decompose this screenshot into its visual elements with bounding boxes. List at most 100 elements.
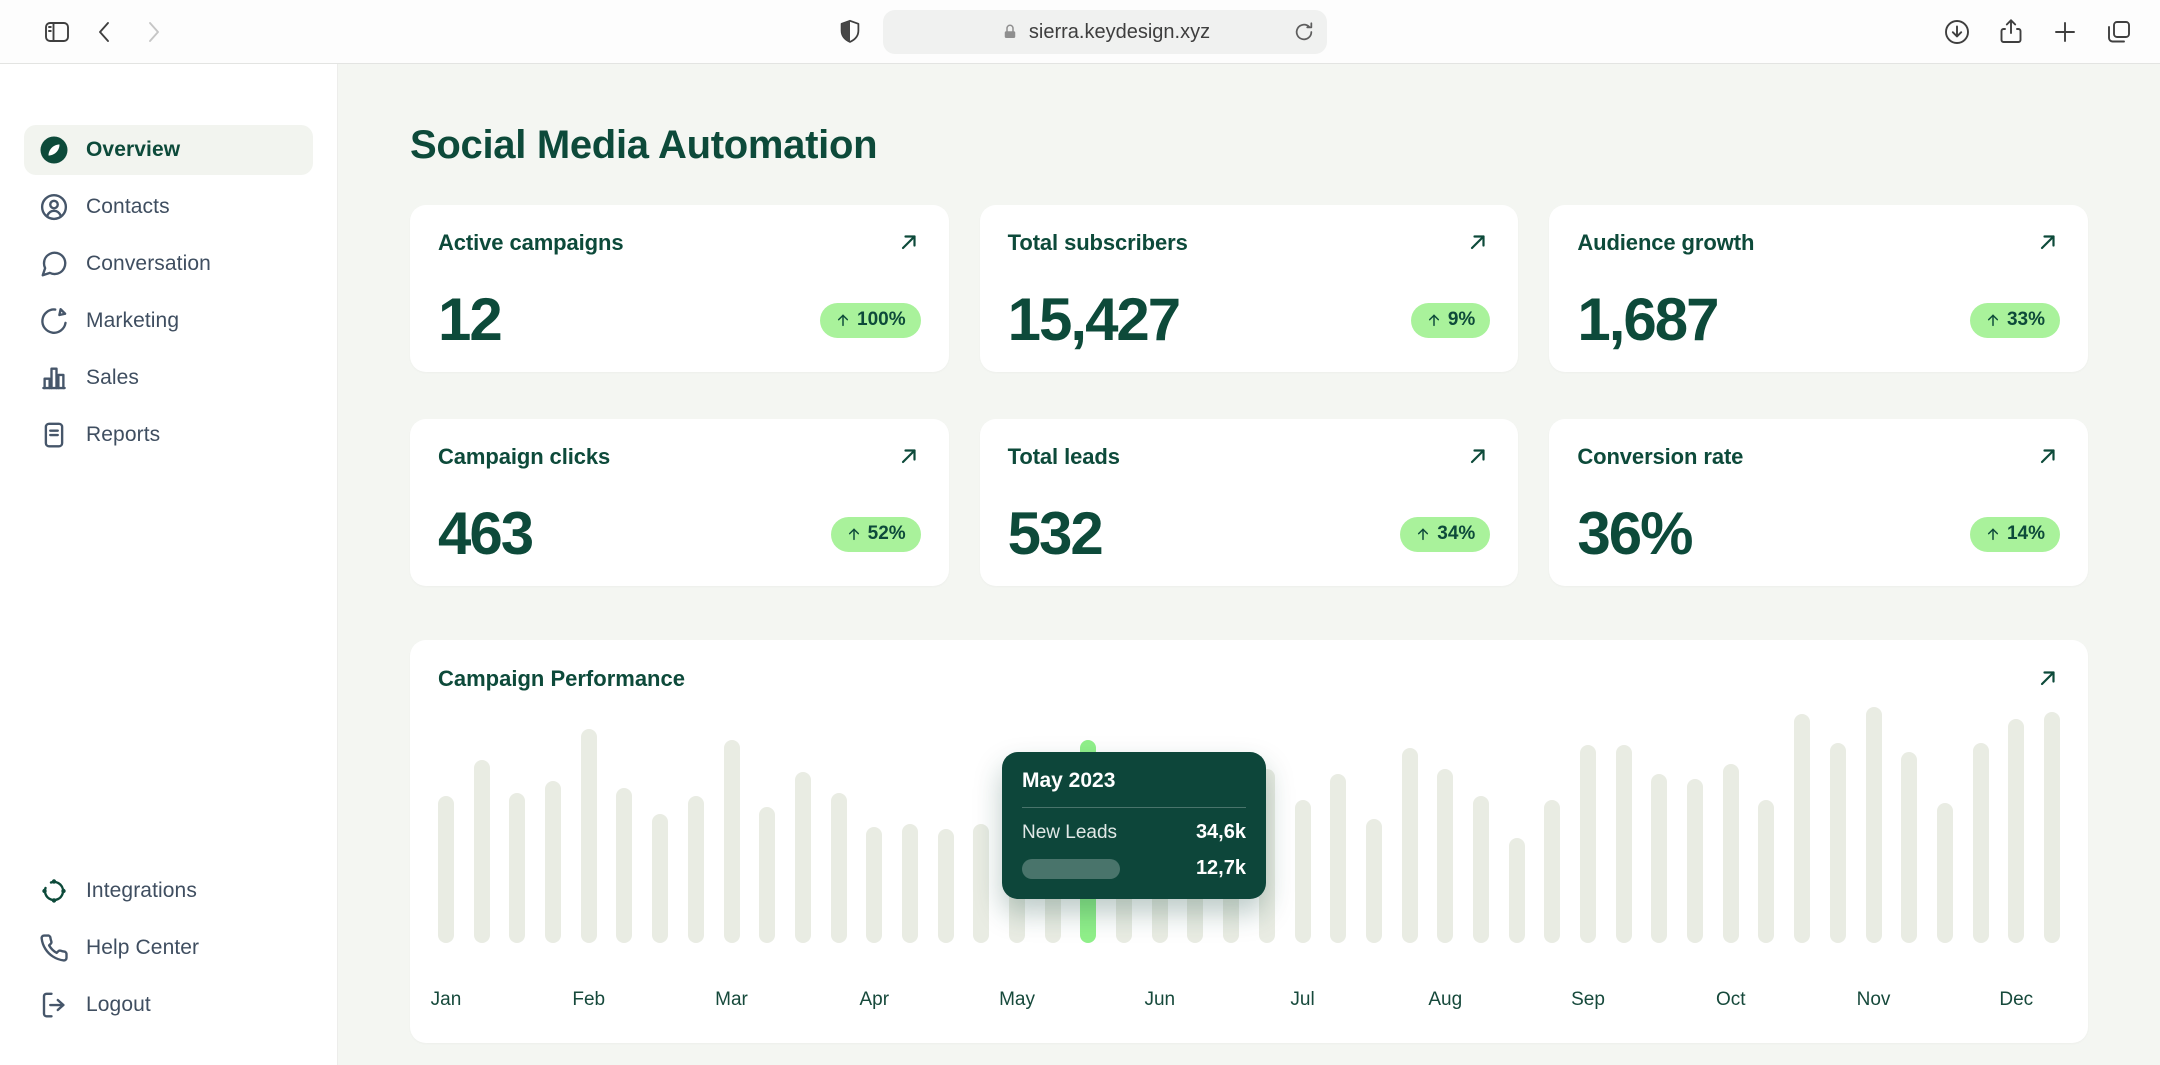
back-icon[interactable]: [88, 15, 122, 49]
bar[interactable]: [2044, 712, 2060, 943]
bar[interactable]: [2008, 719, 2024, 943]
bar[interactable]: [831, 793, 847, 943]
x-axis-label: Feb: [572, 989, 605, 1011]
x-axis-label: Dec: [1999, 989, 2033, 1011]
reload-icon[interactable]: [1291, 19, 1317, 45]
trend-badge: 14%: [1970, 517, 2060, 552]
trend-badge: 34%: [1400, 517, 1490, 552]
bar[interactable]: [616, 788, 632, 943]
sidebar-item-logout[interactable]: Logout: [24, 980, 313, 1030]
bar[interactable]: [1937, 803, 1953, 943]
bar[interactable]: [1758, 800, 1774, 943]
x-axis-label: Mar: [715, 989, 748, 1011]
tooltip-primary-value: 34,6k: [1196, 821, 1246, 844]
up-arrow-icon: [1985, 312, 2001, 328]
bar[interactable]: [724, 740, 740, 943]
bar[interactable]: [652, 814, 668, 943]
target-pen-icon: [39, 306, 69, 336]
sidebar-item-conversation[interactable]: Conversation: [24, 239, 313, 289]
bar[interactable]: [1366, 819, 1382, 943]
bar[interactable]: [1509, 838, 1525, 943]
sidebar-item-label: Marketing: [86, 309, 179, 333]
bar[interactable]: [581, 729, 597, 943]
bar[interactable]: [866, 827, 882, 943]
external-arrow-icon[interactable]: [2036, 666, 2060, 690]
bar[interactable]: [474, 760, 490, 943]
lock-icon: [1000, 22, 1020, 42]
bar[interactable]: [509, 793, 525, 943]
x-axis-label: Nov: [1857, 989, 1891, 1011]
sidebar-footer: Integrations Help Center Logout: [24, 866, 313, 1037]
bar[interactable]: [688, 796, 704, 944]
bar[interactable]: [1437, 769, 1453, 943]
x-axis-label: Oct: [1716, 989, 1746, 1011]
share-icon[interactable]: [1994, 15, 2028, 49]
sidebar: Overview Contacts Conversation Marketing: [0, 64, 338, 1065]
sidebar-item-label: Integrations: [86, 879, 197, 903]
badge-delta: 33%: [2007, 309, 2045, 331]
sidebar-item-contacts[interactable]: Contacts: [24, 182, 313, 232]
logout-icon: [39, 990, 69, 1020]
sidebar-item-marketing[interactable]: Marketing: [24, 296, 313, 346]
bar[interactable]: [1723, 764, 1739, 943]
external-arrow-icon[interactable]: [897, 444, 921, 468]
bar[interactable]: [1830, 743, 1846, 943]
card-title: Conversion rate: [1577, 444, 1743, 470]
x-axis-label: Jun: [1144, 989, 1175, 1011]
sidebar-item-help-center[interactable]: Help Center: [24, 923, 313, 973]
up-arrow-icon: [846, 526, 862, 542]
stat-card-conversion-rate: Conversion rate 36% 14%: [1549, 419, 2088, 586]
sidebar-item-label: Help Center: [86, 936, 199, 960]
bar[interactable]: [1794, 714, 1810, 943]
bar[interactable]: [795, 772, 811, 944]
bar[interactable]: [759, 807, 775, 943]
sidebar-item-overview[interactable]: Overview: [24, 125, 313, 175]
bar[interactable]: [1295, 800, 1311, 943]
url-text: sierra.keydesign.xyz: [1029, 21, 1210, 44]
bar[interactable]: [438, 796, 454, 944]
bar[interactable]: [1616, 745, 1632, 943]
bar[interactable]: [973, 824, 989, 943]
sidebar-item-label: Reports: [86, 423, 160, 447]
x-axis-label: Apr: [859, 989, 889, 1011]
sidebar-item-label: Contacts: [86, 195, 170, 219]
tab-overview-icon[interactable]: [2102, 15, 2136, 49]
bar[interactable]: [1330, 774, 1346, 943]
sidebar-item-integrations[interactable]: Integrations: [24, 866, 313, 916]
bar[interactable]: [1866, 707, 1882, 943]
bar[interactable]: [1651, 774, 1667, 943]
forward-icon[interactable]: [136, 15, 170, 49]
external-arrow-icon[interactable]: [897, 230, 921, 254]
sidebar-item-sales[interactable]: Sales: [24, 353, 313, 403]
privacy-shield-icon[interactable]: [833, 15, 867, 49]
external-arrow-icon[interactable]: [2036, 230, 2060, 254]
bar[interactable]: [1901, 752, 1917, 943]
bar[interactable]: [1473, 796, 1489, 944]
external-arrow-icon[interactable]: [1466, 444, 1490, 468]
stat-card-total-subscribers: Total subscribers 15,427 9%: [980, 205, 1519, 372]
trend-badge: 33%: [1970, 303, 2060, 338]
sidebar-item-reports[interactable]: Reports: [24, 410, 313, 460]
bar[interactable]: [1687, 779, 1703, 943]
bar[interactable]: [938, 829, 954, 943]
x-axis-label: May: [999, 989, 1035, 1011]
card-value: 463: [438, 504, 532, 564]
card-title: Active campaigns: [438, 230, 623, 256]
sidebar-toggle-icon[interactable]: [40, 15, 74, 49]
card-value: 12: [438, 290, 501, 350]
new-tab-icon[interactable]: [2048, 15, 2082, 49]
external-arrow-icon[interactable]: [1466, 230, 1490, 254]
bar[interactable]: [1973, 743, 1989, 943]
bar[interactable]: [1544, 800, 1560, 943]
bar[interactable]: [545, 781, 561, 943]
external-arrow-icon[interactable]: [2036, 444, 2060, 468]
bar[interactable]: [1402, 748, 1418, 944]
card-title: Campaign clicks: [438, 444, 610, 470]
bar[interactable]: [902, 824, 918, 943]
main-content: Social Media Automation Active campaigns…: [338, 64, 2160, 1065]
bar[interactable]: [1580, 745, 1596, 943]
up-arrow-icon: [1415, 526, 1431, 542]
downloads-icon[interactable]: [1940, 15, 1974, 49]
chart-tooltip: May 2023 New Leads 34,6k 12,7k: [1002, 752, 1266, 899]
address-bar[interactable]: sierra.keydesign.xyz: [883, 10, 1327, 54]
